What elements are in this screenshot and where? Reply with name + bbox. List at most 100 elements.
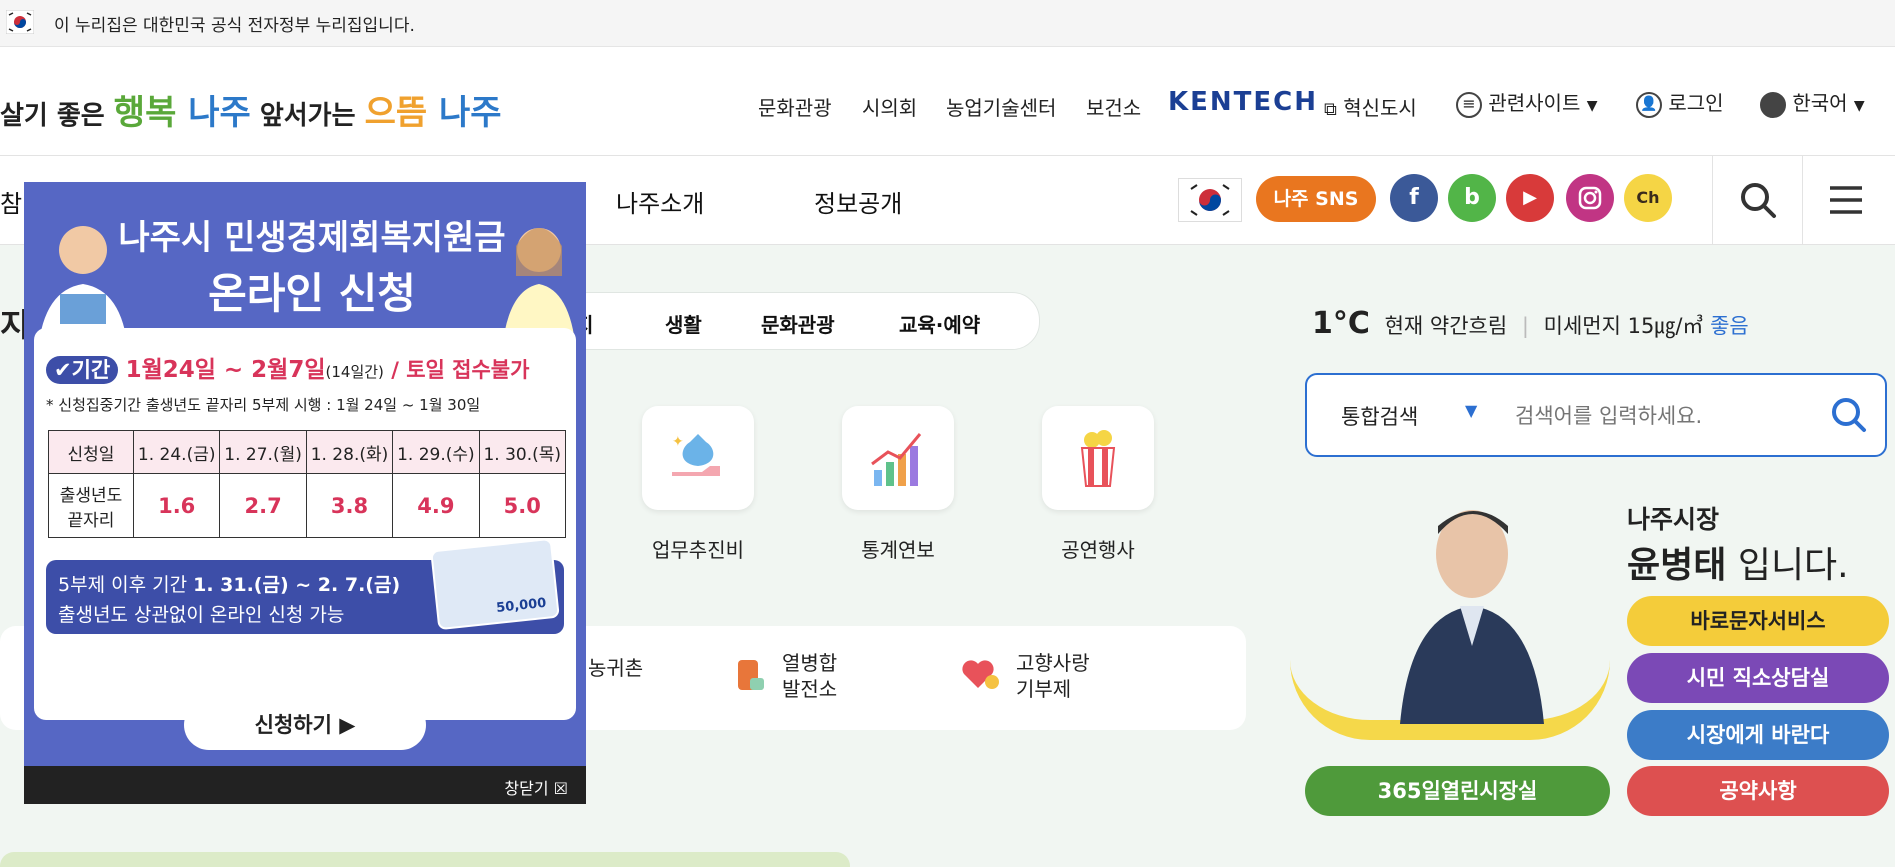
tile-performance-events[interactable] [1042, 406, 1154, 510]
language-dropdown[interactable]: 한국어 ▼ [1760, 87, 1865, 118]
quick-link-power-plant-line1: 열병합 [782, 651, 838, 675]
weather-status: 현재 약간흐림 [1384, 314, 1508, 338]
facebook-icon[interactable]: f [1390, 174, 1438, 222]
pledges-button[interactable]: 공약사항 [1627, 766, 1889, 816]
nav-item-intro[interactable]: 나주소개 [616, 184, 704, 219]
menu-circle-icon: ≡ [1456, 91, 1482, 118]
popup-window: 나주시 민생경제회복지원금 온라인 신청 ✔기간 1월24일 ~ 2월7일(14… [24, 182, 586, 804]
gov-banner: 이 누리집은 대한민국 공식 전자정부 누리집입니다. [0, 0, 1895, 47]
table-header: 1. 27.(월) [219, 430, 307, 474]
caret-down-icon: ▼ [1586, 98, 1598, 114]
nav-item-partial[interactable]: 참 [0, 184, 22, 219]
mayor-title: 나주시장 [1627, 505, 1720, 534]
youtube-icon[interactable]: ▶ [1506, 174, 1554, 222]
search-scope-select[interactable]: 통합검색 [1341, 401, 1418, 431]
top-link-agri-center[interactable]: 농업기술센터 [946, 92, 1056, 121]
popup-title-line1: 나주시 민생경제회복지원금 [118, 218, 506, 258]
korea-flag-icon [5, 9, 35, 35]
table-header: 1. 28.(화) [305, 430, 394, 474]
search-submit-icon[interactable] [1829, 395, 1869, 435]
open-mayor-office-button[interactable]: 365일열린시장실 [1305, 766, 1610, 816]
korea-flag-button[interactable] [1178, 178, 1242, 222]
tile-label-business-expense: 업무추진비 [652, 538, 744, 562]
weather-widget: 1°C 현재 약간흐림 | 미세먼지 15㎍/㎥ 좋음 [1312, 306, 1749, 341]
period-line: ✔기간 1월24일 ~ 2월7일(14일간) / 토일 접수불가 [46, 350, 529, 384]
quick-link-hometown-donation[interactable]: 고향사랑 기부제 [1016, 650, 1090, 702]
site-header: 살기 좋은 행복 나주 앞서가는 으뜸 나주 문화관광 시의회 농업기술센터 보… [0, 47, 1895, 156]
naju-sns-button[interactable]: 나주 SNS [1256, 176, 1376, 222]
quick-link-power-plant[interactable]: 열병합 발전소 [782, 650, 837, 702]
nav-divider [1712, 156, 1713, 244]
table-cell: 3.8 [305, 473, 394, 538]
period-note: / 토일 접수불가 [383, 358, 530, 382]
site-logo-slogan[interactable]: 살기 좋은 행복 나주 앞서가는 으뜸 나주 [0, 85, 502, 134]
innovation-city-label: 혁신도시 [1343, 96, 1417, 120]
mayor-intro: 윤병태 입니다. [1627, 536, 1849, 588]
slogan-part2: 앞서가는 [250, 101, 365, 131]
citizen-counseling-button[interactable]: 시민 직소상담실 [1627, 653, 1889, 703]
slogan-naju1: 나주 [176, 93, 251, 133]
divider: | [1521, 314, 1529, 338]
period-days: (14일간) [325, 363, 384, 381]
hamburger-menu-icon[interactable] [1828, 182, 1864, 218]
heart-coin-icon [958, 654, 1002, 694]
after-period-line2: 출생년도 상관없이 온라인 신청 가능 [58, 604, 345, 626]
fine-dust-status: 좋음 [1710, 314, 1749, 338]
slogan-best: 으뜸 [364, 93, 428, 133]
nav-divider [1802, 156, 1803, 244]
warning-text: ★ 온라인 신청 전 스마트폰 지역상품권 CHAK 사전 설치 필수! [78, 667, 536, 687]
tab-life[interactable]: 생활 [665, 309, 702, 338]
slogan-happy: 행복 [113, 93, 177, 133]
top-link-council[interactable]: 시의회 [862, 92, 917, 121]
nav-item-info[interactable]: 정보공개 [814, 184, 902, 219]
table-cell: 5.0 [478, 473, 567, 538]
table-header: 1. 24.(금) [132, 430, 221, 474]
kentech-logo-link[interactable]: KENTECH [1168, 87, 1318, 117]
gift-card-amount: 50,000 [495, 595, 548, 616]
popcorn-icon [1080, 430, 1116, 487]
table-row-label: 출생년도 끝자리 [48, 473, 134, 538]
popup-close-button[interactable]: 창닫기 ☒ [504, 775, 568, 799]
tab-culture-tourism[interactable]: 문화관광 [761, 309, 835, 338]
direct-sms-button[interactable]: 바로문자서비스 [1627, 596, 1889, 646]
slogan-naju2: 나주 [427, 93, 502, 133]
user-icon: 👤 [1636, 91, 1662, 118]
top-link-culture[interactable]: 문화관광 [758, 92, 832, 121]
related-sites-label: 관련사이트 [1488, 91, 1581, 115]
window-icon: ⧉ [1324, 99, 1337, 120]
fine-dust: 미세먼지 15㎍/㎥ [1543, 314, 1704, 338]
search-icon[interactable] [1738, 180, 1778, 220]
slogan-part1: 살기 좋은 [0, 101, 114, 131]
caret-down-icon[interactable]: ▼ [1465, 401, 1477, 420]
period-tag: ✔기간 [46, 356, 119, 384]
apply-button[interactable]: 신청하기 ▶ [184, 700, 426, 750]
after-period-line1: 5부제 이후 기간 1. 31.(금) ~ 2. 7.(금) [58, 570, 400, 597]
svg-text:✦: ✦ [672, 434, 684, 450]
table-header: 1. 29.(수) [392, 430, 480, 474]
kakao-channel-icon[interactable]: Ch [1624, 174, 1672, 222]
related-sites-dropdown[interactable]: ≡ 관련사이트 ▼ [1456, 87, 1598, 118]
gift-card-icon: 50,000 [430, 537, 560, 631]
power-plant-icon [732, 654, 768, 694]
login-link[interactable]: 👤 로그인 [1636, 87, 1724, 118]
tile-statistics[interactable] [842, 406, 954, 510]
category-tabs: 지 생활 문화관광 교육·예약 [560, 292, 1040, 350]
money-bag-icon: ✦ [672, 434, 720, 476]
tile-business-expense[interactable]: ✦ [642, 406, 754, 510]
mayor-photo [1380, 494, 1560, 724]
blog-icon[interactable]: b [1448, 174, 1496, 222]
top-link-health-center[interactable]: 보건소 [1086, 92, 1141, 121]
search-bar: 통합검색 ▼ [1305, 373, 1887, 457]
wish-to-mayor-button[interactable]: 시장에게 바란다 [1627, 710, 1889, 760]
quick-link-hometown-line1: 고향사랑 [1016, 651, 1090, 675]
search-input[interactable] [1513, 393, 1817, 439]
login-label: 로그인 [1668, 91, 1724, 115]
instagram-icon[interactable] [1566, 174, 1614, 222]
quick-link-return-farm[interactable]: 농귀촌 [588, 652, 643, 681]
table-cell: 4.9 [392, 473, 480, 538]
tab-education-reservation[interactable]: 교육·예약 [899, 309, 980, 338]
popup-footer: 창닫기 ☒ [24, 766, 586, 804]
innovation-city-link[interactable]: ⧉ 혁신도시 [1324, 92, 1417, 121]
after-period-label: 5부제 이후 기간 [58, 574, 194, 596]
mayor-name: 윤병태 [1627, 545, 1727, 586]
